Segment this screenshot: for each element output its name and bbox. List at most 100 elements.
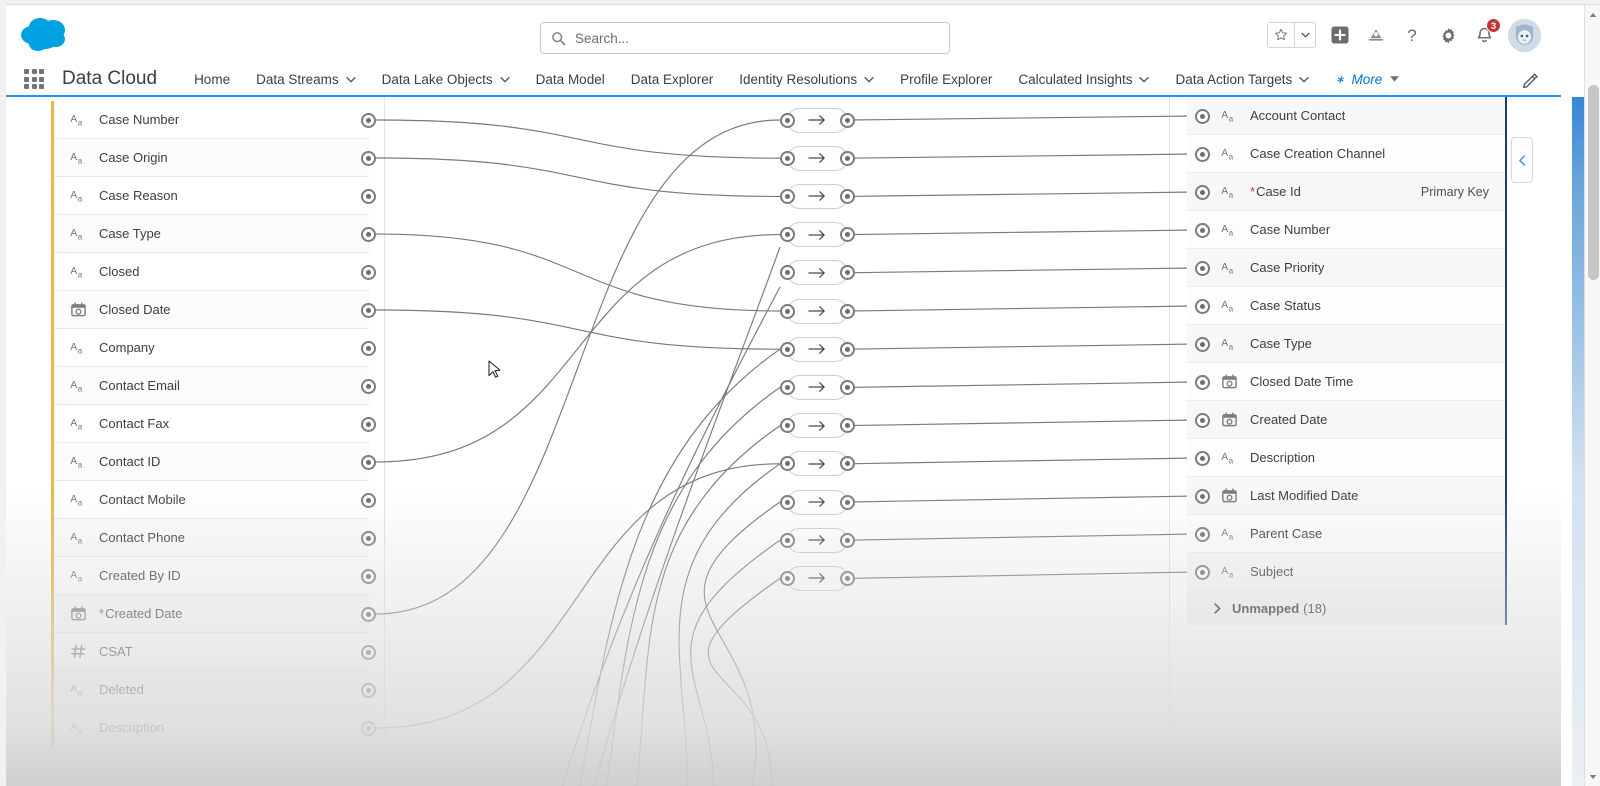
target-field-row[interactable]: Aa Description [1187,439,1505,477]
target-field-row[interactable]: Aa Account Contact [1187,97,1505,135]
source-field-port[interactable] [361,264,376,280]
nav-item-more[interactable]: ∗ More [1322,62,1413,96]
scrollbar-thumb[interactable] [1588,85,1599,280]
field-mapping-connector[interactable] [787,527,848,553]
target-field-port[interactable] [1195,488,1210,504]
source-field-row[interactable]: Aa Company [54,329,369,367]
source-field-port[interactable] [361,416,376,432]
field-mapping-connector[interactable] [787,374,848,400]
field-mapping-connector[interactable] [787,145,848,171]
source-field-port[interactable] [361,454,376,470]
nav-item-data-streams[interactable]: Data Streams [243,62,369,96]
connector-output-port[interactable] [840,456,855,472]
target-field-port[interactable] [1195,222,1210,238]
question-icon[interactable]: ? [1400,23,1424,47]
plus-square-icon[interactable] [1328,23,1352,47]
connector-output-port[interactable] [840,418,855,434]
source-field-row[interactable]: Aa Contact ID [54,443,369,481]
target-field-port[interactable] [1195,450,1210,466]
unmapped-section-toggle[interactable]: Unmapped (18) [1187,591,1505,625]
search-input[interactable] [575,30,939,46]
source-field-row[interactable]: Aa Case Type [54,215,369,253]
salesforce-cloud-logo[interactable] [18,13,78,55]
source-field-port[interactable] [361,340,376,356]
global-search[interactable] [540,22,950,54]
cloud-mountain-icon[interactable] [1364,23,1388,47]
field-mapping-connector[interactable] [787,260,848,286]
avatar[interactable] [1508,18,1541,52]
pencil-icon[interactable] [1522,72,1539,89]
scroll-up-arrow[interactable] [1585,7,1600,22]
field-mapping-connector[interactable] [787,336,848,362]
source-field-port[interactable] [361,568,376,584]
favorites-group[interactable] [1267,22,1316,48]
connector-output-port[interactable] [840,379,855,395]
target-field-row[interactable]: Last Modified Date [1187,477,1505,515]
field-mapping-connector[interactable] [787,222,848,248]
nav-item-data-action-targets[interactable]: Data Action Targets [1162,62,1322,96]
field-mapping-connector[interactable] [787,489,848,515]
field-mapping-connector[interactable] [787,451,848,477]
source-field-row[interactable]: Aa Contact Mobile [54,481,369,519]
target-field-port[interactable] [1195,374,1210,390]
app-launcher-waffle-icon[interactable] [24,69,44,89]
field-mapping-connector[interactable] [787,413,848,439]
field-mapping-connector[interactable] [787,565,848,591]
scroll-down-arrow[interactable] [1585,769,1600,784]
source-field-row[interactable]: Aa Description [54,709,369,747]
connector-input-port[interactable] [780,570,795,586]
field-mapping-connector[interactable] [787,298,848,324]
star-icon[interactable] [1268,23,1294,47]
source-field-row[interactable]: Aa Created By ID [54,557,369,595]
target-field-row[interactable]: Aa *Case Id Primary Key [1187,173,1505,211]
nav-item-data-lake-objects[interactable]: Data Lake Objects [369,62,523,96]
connector-output-port[interactable] [840,188,855,204]
connector-input-port[interactable] [780,150,795,166]
connector-output-port[interactable] [840,150,855,166]
target-field-port[interactable] [1195,526,1210,542]
target-field-row[interactable]: Aa Case Priority [1187,249,1505,287]
target-field-port[interactable] [1195,260,1210,276]
source-field-port[interactable] [361,112,376,128]
target-field-row[interactable]: Aa Case Number [1187,211,1505,249]
source-field-port[interactable] [361,302,376,318]
field-mapping-connector[interactable] [787,183,848,209]
target-field-port[interactable] [1195,564,1210,580]
source-field-port[interactable] [361,720,376,736]
source-field-port[interactable] [361,188,376,204]
connector-output-port[interactable] [840,112,855,128]
connector-input-port[interactable] [780,341,795,357]
target-field-row[interactable]: Aa Parent Case [1187,515,1505,553]
field-mapping-connector[interactable] [787,107,848,133]
connector-input-port[interactable] [780,227,795,243]
nav-item-identity-resolutions[interactable]: Identity Resolutions [726,62,887,96]
source-field-row[interactable]: CSAT [54,633,369,671]
nav-item-profile-explorer[interactable]: Profile Explorer [887,62,1005,96]
connector-output-port[interactable] [840,494,855,510]
browser-scrollbar[interactable] [1584,5,1600,786]
source-field-port[interactable] [361,682,376,698]
nav-item-data-model[interactable]: Data Model [523,62,618,96]
source-field-row[interactable]: Closed Date [54,291,369,329]
source-field-row[interactable]: Aa Case Origin [54,139,369,177]
target-field-row[interactable]: Aa Case Status [1187,287,1505,325]
nav-item-data-explorer[interactable]: Data Explorer [618,62,727,96]
connector-input-port[interactable] [780,112,795,128]
source-field-port[interactable] [361,226,376,242]
source-field-port[interactable] [361,492,376,508]
source-field-row[interactable]: Aa Case Reason [54,177,369,215]
target-field-row[interactable]: Closed Date Time [1187,363,1505,401]
source-field-row[interactable]: Aa Contact Phone [54,519,369,557]
target-field-row[interactable]: Aa Case Type [1187,325,1505,363]
source-field-port[interactable] [361,150,376,166]
connector-input-port[interactable] [780,418,795,434]
connector-output-port[interactable] [840,341,855,357]
source-field-port[interactable] [361,530,376,546]
target-field-port[interactable] [1195,412,1210,428]
source-field-row[interactable]: Aa Contact Email [54,367,369,405]
source-field-row[interactable]: Aa Case Number [54,101,369,139]
target-field-row[interactable]: Aa Case Creation Channel [1187,135,1505,173]
nav-item-calculated-insights[interactable]: Calculated Insights [1005,62,1162,96]
connector-input-port[interactable] [780,303,795,319]
source-field-port[interactable] [361,606,376,622]
